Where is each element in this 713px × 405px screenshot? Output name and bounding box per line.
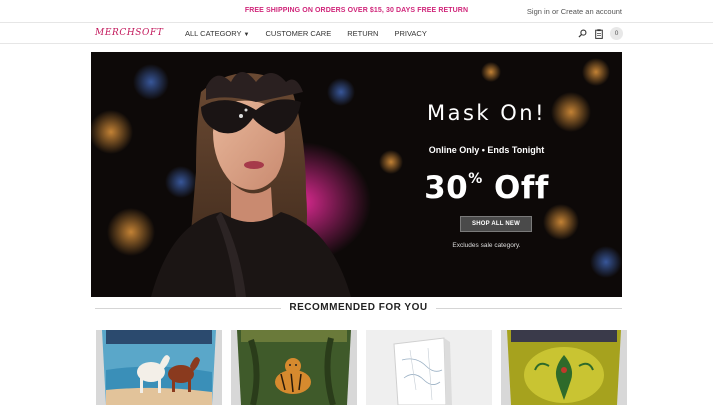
product-image	[231, 330, 357, 405]
product-card-horses[interactable]	[96, 330, 222, 405]
hero-headline: Mask On!	[426, 101, 547, 125]
discount-percent: %	[468, 171, 483, 187]
shop-all-new-button[interactable]: SHOP ALL NEW	[460, 216, 532, 232]
hero-discount: 30% Off	[351, 170, 622, 206]
search-icon[interactable]	[576, 28, 588, 40]
product-grid	[96, 330, 627, 405]
or-text: or	[549, 7, 561, 16]
nav-icons: 0	[576, 27, 623, 40]
discount-number: 30	[424, 170, 469, 206]
recommended-title-text: RECOMMENDED FOR YOU	[281, 302, 436, 313]
recommended-section-header: RECOMMENDED FOR YOU	[91, 301, 626, 315]
account-links: Sign in or Create an account	[527, 7, 622, 16]
hero-note: Excludes sale category.	[452, 242, 521, 249]
main-nav: MERCHSOFT ALL CATEGORY ▼ CUSTOMER CARE RE…	[0, 22, 713, 44]
create-account-link[interactable]: Create an account	[561, 7, 622, 16]
product-image	[366, 330, 492, 405]
product-image	[501, 330, 627, 405]
hero-subhead: Online Only • Ends Tonight	[428, 145, 545, 155]
nav-menu: ALL CATEGORY ▼ CUSTOMER CARE RETURN PRIVA…	[185, 29, 443, 38]
product-image	[96, 330, 222, 405]
nav-item-all-category[interactable]: ALL CATEGORY ▼	[185, 29, 250, 38]
caret-down-icon: ▼	[243, 32, 250, 38]
product-card-map-canvas[interactable]	[366, 330, 492, 405]
nav-item-return[interactable]: RETURN	[347, 29, 378, 38]
recommended-title: RECOMMENDED FOR YOU	[91, 302, 626, 313]
nav-item-privacy[interactable]: PRIVACY	[394, 29, 426, 38]
top-bar: FREE SHIPPING ON ORDERS OVER $15, 30 DAY…	[0, 0, 713, 22]
nav-item-label: ALL CATEGORY	[185, 29, 242, 38]
hero-banner[interactable]: Mask On! Online Only • Ends Tonight 30% …	[91, 52, 622, 297]
sign-in-link[interactable]: Sign in	[527, 7, 550, 16]
product-card-tiger[interactable]	[231, 330, 357, 405]
site-logo[interactable]: MERCHSOFT	[95, 28, 164, 38]
nav-item-customer-care[interactable]: CUSTOMER CARE	[266, 29, 332, 38]
hero-text: Mask On! Online Only • Ends Tonight 30% …	[351, 52, 622, 297]
discount-word: Off	[482, 170, 549, 206]
cart-count-badge[interactable]: 0	[610, 27, 623, 40]
product-card-dragon[interactable]	[501, 330, 627, 405]
clipboard-icon[interactable]	[593, 28, 605, 40]
